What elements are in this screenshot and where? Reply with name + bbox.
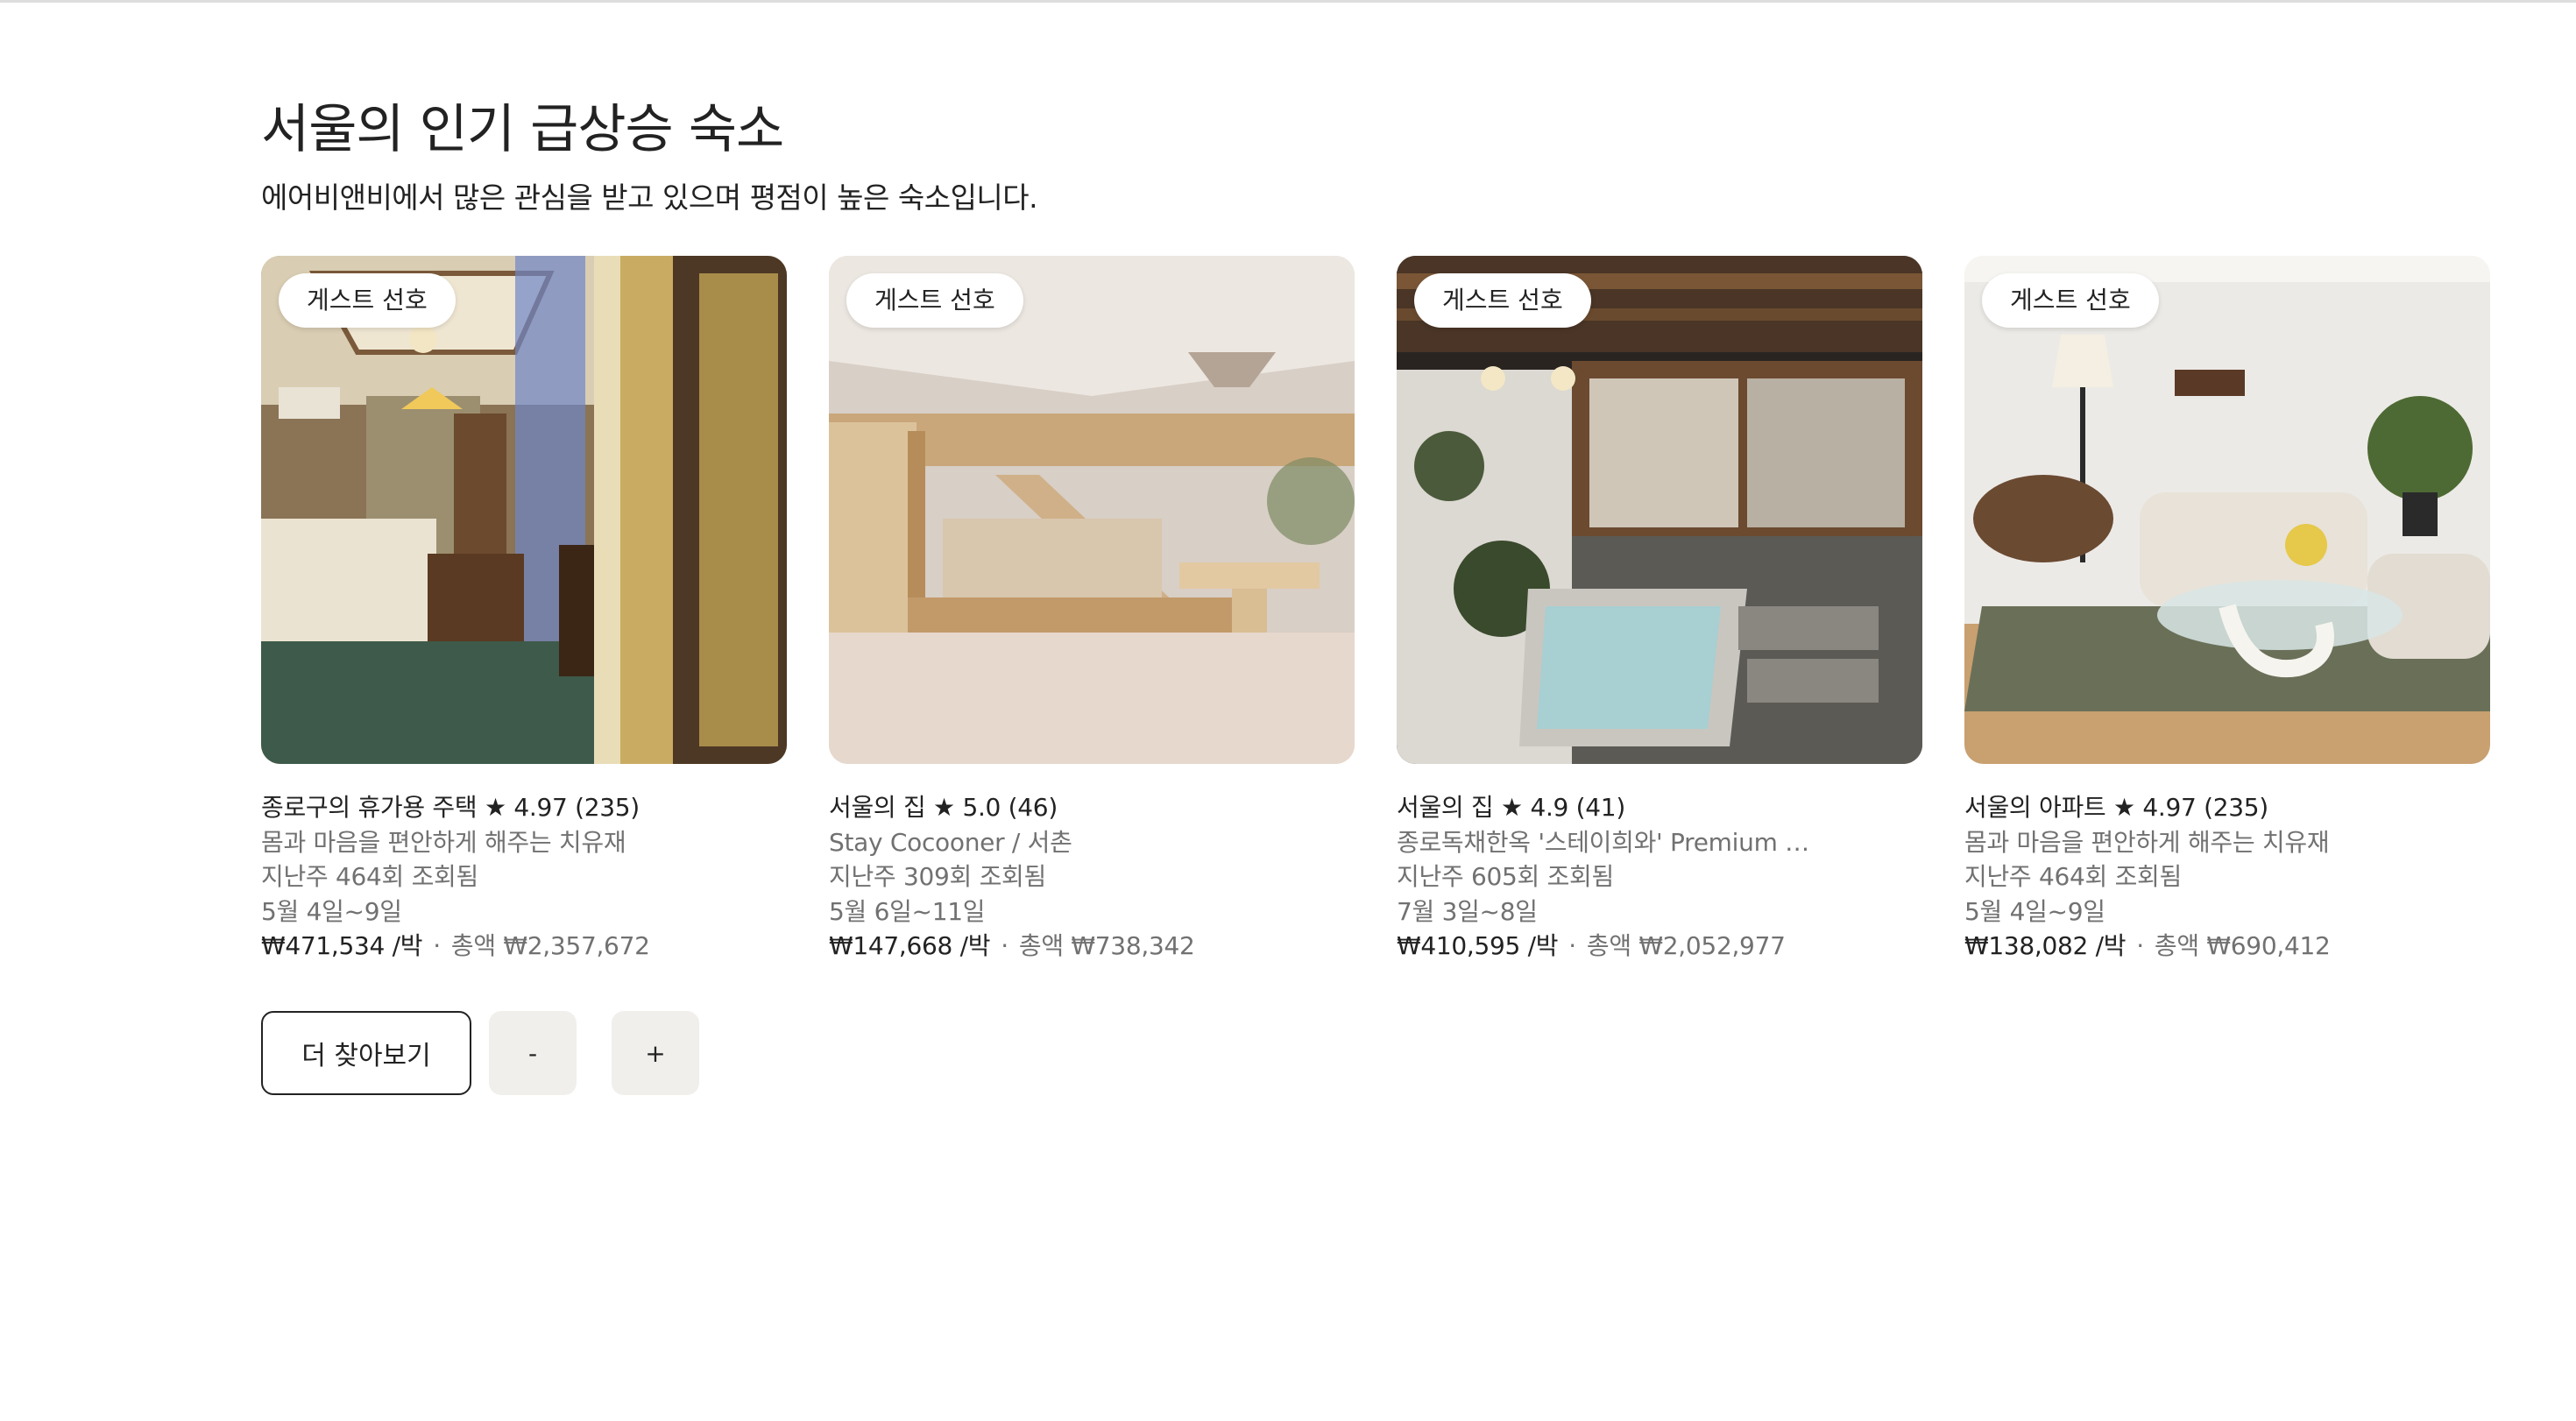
listing-card[interactable]: 게스트 선호 서울의 집 ★ 5.0 (46) Stay Cocooner / … (829, 256, 1355, 974)
listing-photo[interactable]: 게스트 선호 (261, 256, 787, 764)
show-more-button[interactable]: 더 찾아보기 (261, 1011, 471, 1095)
price-separator: · (1001, 931, 1008, 960)
price-separator: · (433, 931, 441, 960)
listing-views: 지난주 464회 조회됨 (261, 862, 478, 891)
guest-favorite-badge: 게스트 선호 (279, 273, 456, 328)
listing-headline: 종로구의 휴가용 주택 ★ 4.97 (235) (261, 793, 640, 822)
listing-price-row: ₩410,595 /박 · 총액 ₩2,052,977 (1397, 929, 1922, 964)
listing-cards: 게스트 선호 종로구의 휴가용 주택 ★ 4.97 (235) 몸과 마음을 편… (261, 256, 2492, 974)
total-price: 총액 ₩2,357,672 (450, 931, 650, 960)
listing-dates: 5월 6일~11일 (829, 896, 986, 926)
living-room-photo-icon (1964, 256, 2490, 764)
listing-photo[interactable]: 게스트 선호 (1397, 256, 1922, 764)
price-separator: · (1568, 931, 1576, 960)
top-divider (0, 0, 2576, 3)
guest-favorite-badge: 게스트 선호 (1982, 273, 2159, 328)
listing-card[interactable]: 게스트 선호 서울의 아파트 ★ 4.97 (235) 몸과 마음을 편안하게 … (1964, 256, 2490, 974)
section-title: 서울의 인기 급상승 숙소 (261, 99, 784, 160)
increase-button[interactable]: + (612, 1011, 699, 1095)
listing-info: 서울의 아파트 ★ 4.97 (235) 몸과 마음을 편안하게 해주는 치유재… (1964, 790, 2490, 964)
listing-price-row: ₩138,082 /박 · 총액 ₩690,412 (1964, 929, 2490, 964)
listing-photo[interactable]: 게스트 선호 (1964, 256, 2490, 764)
listing-dates: 7월 3일~8일 (1397, 896, 1538, 926)
guest-favorite-badge: 게스트 선호 (1414, 273, 1591, 328)
hanok-courtyard-pool-photo-icon (1397, 256, 1922, 764)
listing-dates: 5월 4일~9일 (1964, 896, 2105, 926)
price-separator: · (2136, 931, 2144, 960)
section-subtitle: 에어비앤비에서 많은 관심을 받고 있으며 평점이 높은 숙소입니다. (261, 180, 1038, 215)
listing-headline: 서울의 집 ★ 4.9 (41) (1397, 793, 1625, 822)
nightly-price: ₩471,534 /박 (261, 931, 423, 960)
listing-views: 지난주 464회 조회됨 (1964, 862, 2182, 891)
listing-card[interactable]: 게스트 선호 종로구의 휴가용 주택 ★ 4.97 (235) 몸과 마음을 편… (261, 256, 787, 974)
bedroom-photo-icon (261, 256, 787, 764)
nightly-price: ₩147,668 /박 (829, 931, 991, 960)
listing-info: 서울의 집 ★ 4.9 (41) 종로독채한옥 '스테이희와' Premium … (1397, 790, 1922, 964)
listing-name: 몸과 마음을 편안하게 해주는 치유재 (261, 827, 626, 857)
listing-name: 몸과 마음을 편안하게 해주는 치유재 (1964, 827, 2330, 857)
listing-headline: 서울의 집 ★ 5.0 (46) (829, 793, 1058, 822)
listing-price-row: ₩147,668 /박 · 총액 ₩738,342 (829, 929, 1355, 964)
listing-price-row: ₩471,534 /박 · 총액 ₩2,357,672 (261, 929, 787, 964)
total-price: 총액 ₩738,342 (1018, 931, 1195, 960)
total-price: 총액 ₩690,412 (2154, 931, 2331, 960)
nightly-price: ₩410,595 /박 (1397, 931, 1559, 960)
listing-name: 종로독채한옥 '스테이희와' Premium … (1397, 827, 1809, 857)
listing-card[interactable]: 게스트 선호 서울의 집 ★ 4.9 (41) 종로독채한옥 '스테이희와' P… (1397, 256, 1922, 974)
listing-views: 지난주 605회 조회됨 (1397, 862, 1614, 891)
wooden-loft-photo-icon (829, 256, 1355, 764)
listing-dates: 5월 4일~9일 (261, 896, 402, 926)
listing-info: 서울의 집 ★ 5.0 (46) Stay Cocooner / 서촌 지난주 … (829, 790, 1355, 964)
listing-headline: 서울의 아파트 ★ 4.97 (235) (1964, 793, 2268, 822)
decrease-button[interactable]: - (489, 1011, 577, 1095)
listing-name: Stay Cocooner / 서촌 (829, 827, 1072, 857)
listing-photo[interactable]: 게스트 선호 (829, 256, 1355, 764)
total-price: 총액 ₩2,052,977 (1586, 931, 1786, 960)
listing-info: 종로구의 휴가용 주택 ★ 4.97 (235) 몸과 마음을 편안하게 해주는… (261, 790, 787, 964)
nightly-price: ₩138,082 /박 (1964, 931, 2127, 960)
guest-favorite-badge: 게스트 선호 (846, 273, 1023, 328)
listing-views: 지난주 309회 조회됨 (829, 862, 1046, 891)
